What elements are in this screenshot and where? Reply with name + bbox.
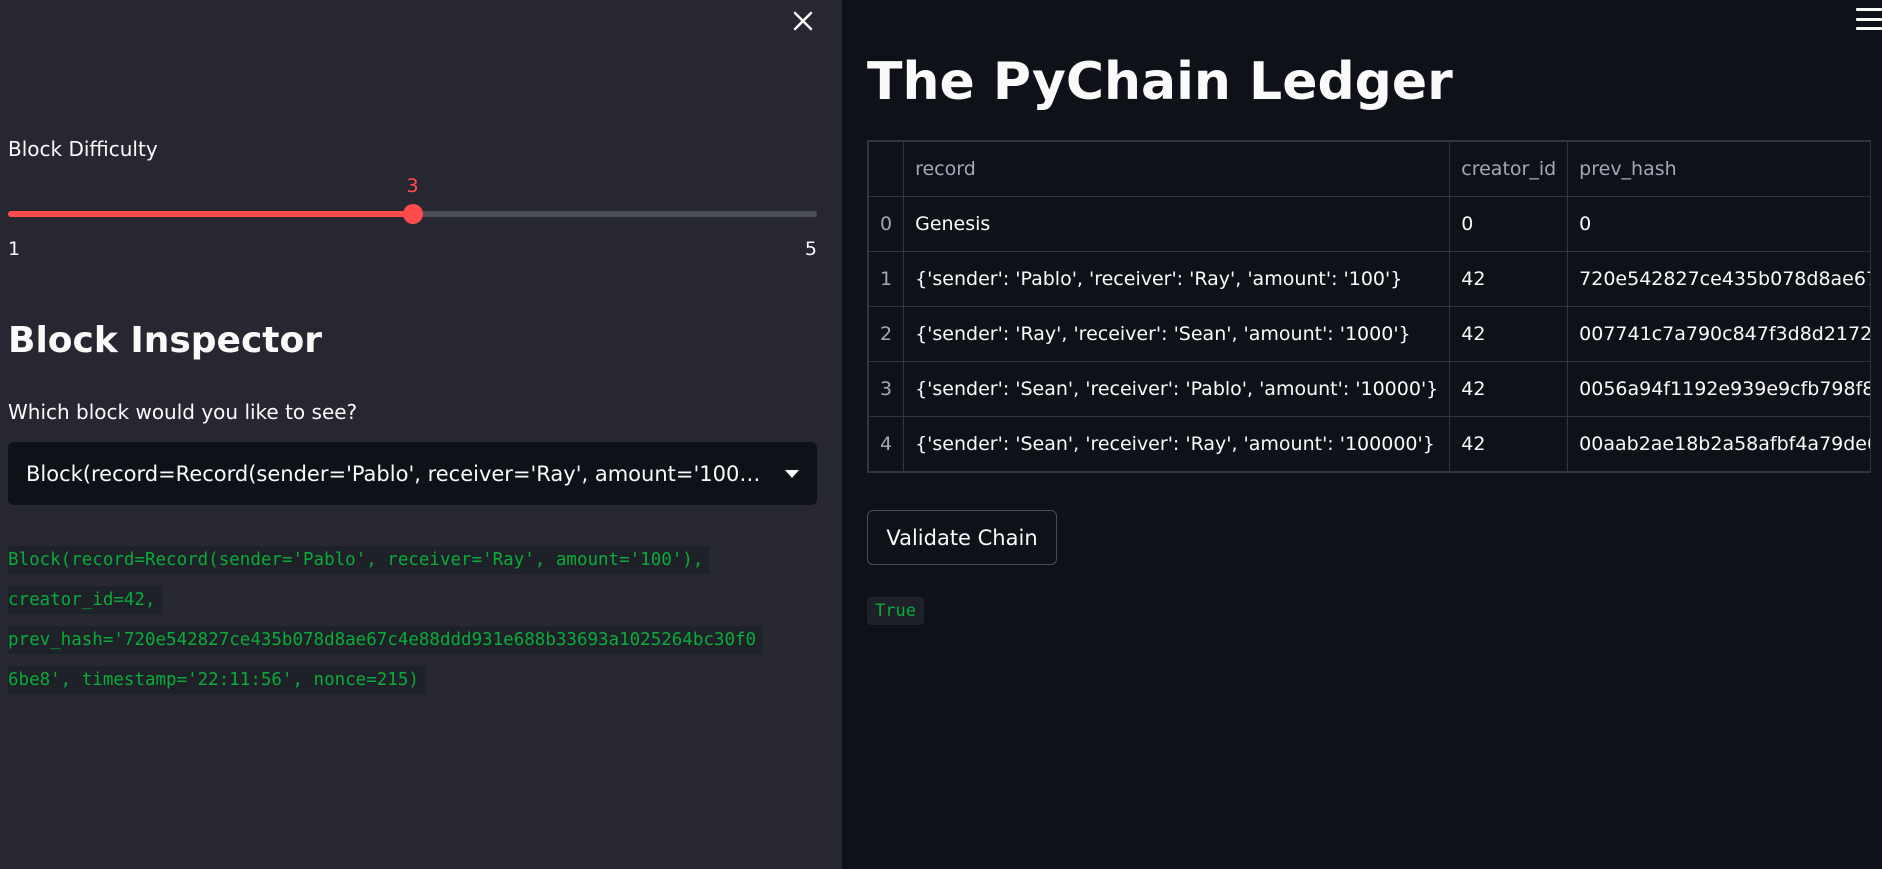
table-row: 4 {'sender': 'Sean', 'receiver': 'Ray', … (868, 416, 1870, 472)
table-row: 1 {'sender': 'Pablo', 'receiver': 'Ray',… (868, 251, 1870, 307)
slider-thumb[interactable] (402, 204, 423, 224)
block-inspector-heading: Block Inspector (8, 320, 322, 361)
creator-id-cell[interactable]: 42 (1449, 361, 1569, 417)
prev-hash-cell[interactable]: 0 (1567, 196, 1870, 252)
block-select-label: Which block would you like to see? (8, 400, 358, 424)
prev-hash-cell[interactable]: 00aab2ae18b2a58afbf4a79de6ebc (1567, 416, 1870, 472)
row-index: 4 (868, 416, 905, 472)
row-index: 3 (868, 361, 905, 417)
ledger-table[interactable]: record creator_id prev_hash 0 Genesis 0 … (867, 140, 1871, 473)
prev-hash-cell[interactable]: 0056a94f1192e939e9cfb798f8d6c1 (1567, 361, 1870, 417)
table-row: 3 {'sender': 'Sean', 'receiver': 'Pablo'… (868, 361, 1870, 417)
row-index: 2 (868, 306, 905, 362)
validate-chain-button[interactable]: Validate Chain (867, 510, 1057, 565)
column-header-record[interactable]: record (903, 141, 1451, 197)
slider-label: Block Difficulty (8, 137, 158, 161)
creator-id-cell[interactable]: 42 (1449, 251, 1569, 307)
row-index: 1 (868, 251, 905, 307)
table-header-row: record creator_id prev_hash (868, 141, 1870, 197)
column-header-creator-id[interactable]: creator_id (1449, 141, 1569, 197)
sidebar: Block Difficulty 3 1 5 Block Inspector W… (0, 0, 842, 869)
code-line: 6be8', timestamp='22:11:56', nonce=215) (8, 666, 425, 694)
slider-fill (8, 211, 413, 217)
page-title: The PyChain Ledger (867, 52, 1453, 112)
main-content: The PyChain Ledger record creator_id pre… (842, 0, 1882, 869)
slider-min-label: 1 (8, 238, 21, 260)
creator-id-cell[interactable]: 0 (1449, 196, 1569, 252)
hamburger-menu-icon[interactable] (1856, 8, 1882, 30)
creator-id-cell[interactable]: 42 (1449, 416, 1569, 472)
chevron-down-icon (785, 469, 799, 478)
close-icon (793, 11, 813, 31)
row-index: 0 (868, 196, 905, 252)
block-select-value: Block(record=Record(sender='Pablo', rece… (26, 461, 781, 486)
block-difficulty-slider[interactable]: 3 1 5 (8, 170, 817, 260)
prev-hash-cell[interactable]: 007741c7a790c847f3d8d2172cbb9 (1567, 306, 1870, 362)
prev-hash-cell[interactable]: 720e542827ce435b078d8ae67c4e8 (1567, 251, 1870, 307)
code-line: Block(record=Record(sender='Pablo', rece… (8, 546, 710, 574)
record-cell[interactable]: Genesis (903, 196, 1451, 252)
column-header-prev-hash[interactable]: prev_hash (1567, 141, 1870, 197)
creator-id-cell[interactable]: 42 (1449, 306, 1569, 362)
table-row: 2 {'sender': 'Ray', 'receiver': 'Sean', … (868, 306, 1870, 362)
record-cell[interactable]: {'sender': 'Pablo', 'receiver': 'Ray', '… (903, 251, 1451, 307)
close-sidebar-button[interactable] (788, 6, 818, 36)
slider-max-label: 5 (804, 238, 817, 260)
block-select[interactable]: Block(record=Record(sender='Pablo', rece… (8, 442, 817, 505)
record-cell[interactable]: {'sender': 'Sean', 'receiver': 'Pablo', … (903, 361, 1451, 417)
validation-result: True (867, 597, 924, 625)
block-code-output: Block(record=Record(sender='Pablo', rece… (8, 540, 828, 700)
code-line: creator_id=42, (8, 586, 162, 614)
record-cell[interactable]: {'sender': 'Sean', 'receiver': 'Ray', 'a… (903, 416, 1451, 472)
column-header-index[interactable] (868, 141, 905, 197)
table-row: 0 Genesis 0 0 (868, 196, 1870, 252)
slider-value-label: 3 (406, 175, 419, 197)
code-line: prev_hash='720e542827ce435b078d8ae67c4e8… (8, 626, 763, 654)
record-cell[interactable]: {'sender': 'Ray', 'receiver': 'Sean', 'a… (903, 306, 1451, 362)
